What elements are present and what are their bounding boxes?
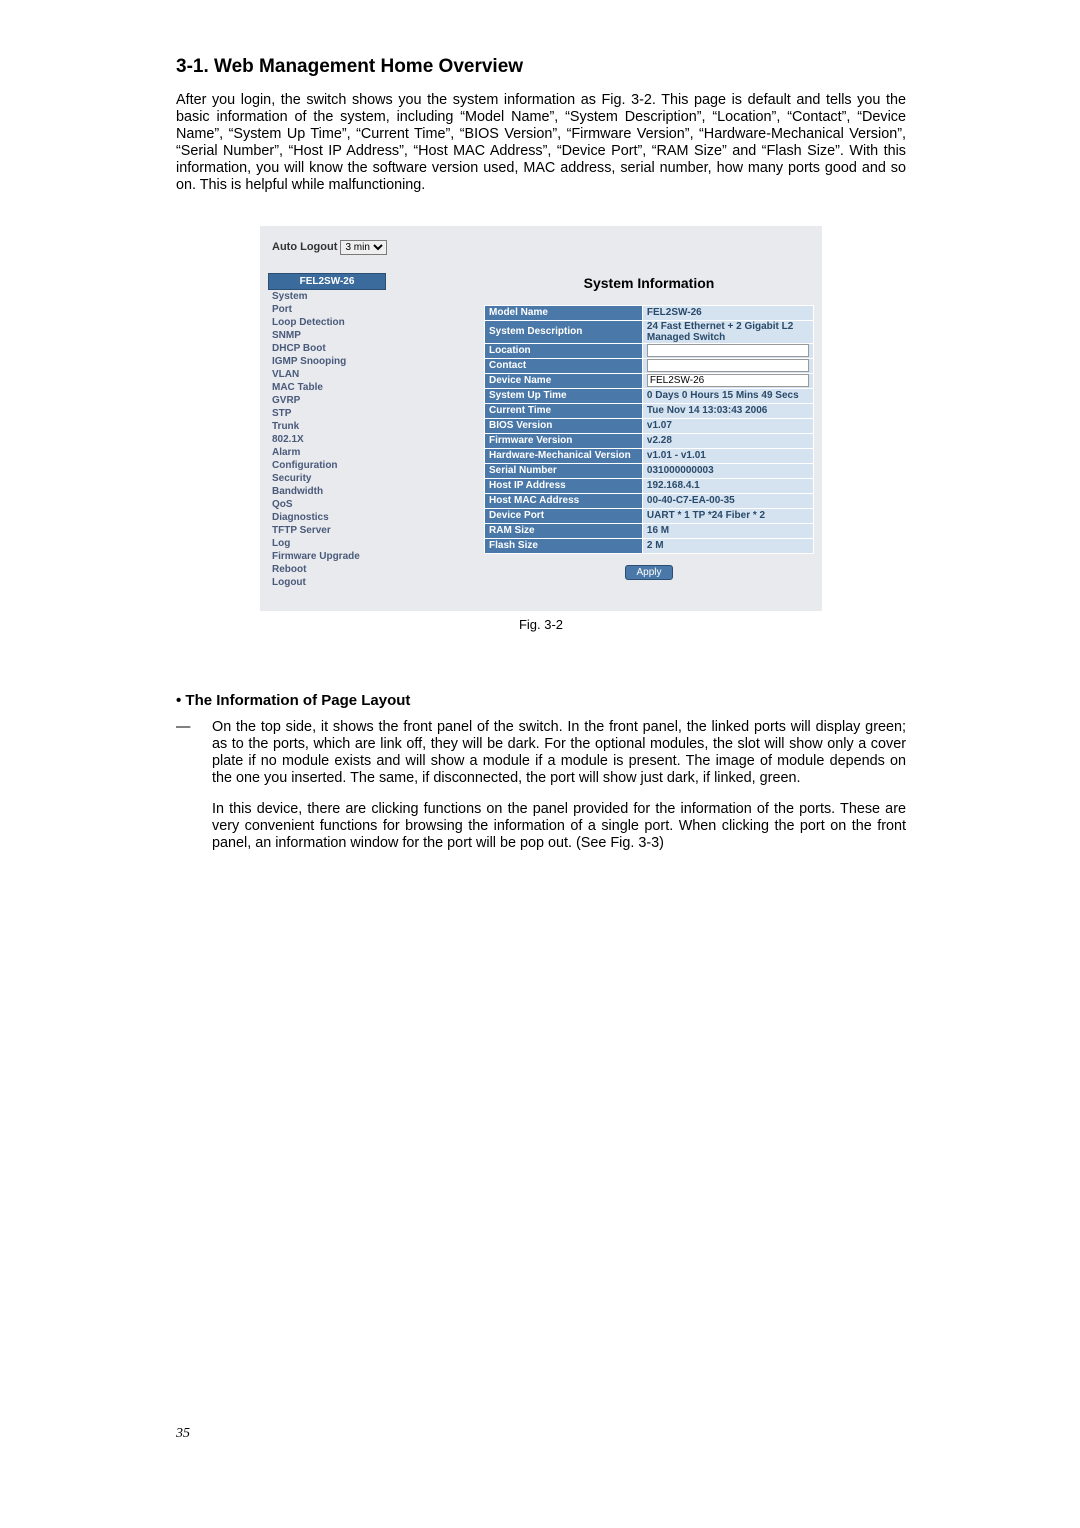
table-row: System Description24 Fast Ethernet + 2 G…: [485, 320, 814, 343]
sidebar-item[interactable]: Reboot: [268, 563, 386, 576]
table-row: Contact: [485, 358, 814, 373]
auto-logout-select[interactable]: 3 min: [340, 240, 387, 255]
row-label: Hardware-Mechanical Version: [485, 448, 643, 463]
apply-button[interactable]: Apply: [625, 565, 672, 580]
sidebar-item[interactable]: VLAN: [268, 368, 386, 381]
row-value: v1.07: [642, 418, 813, 433]
info-input[interactable]: [647, 374, 809, 387]
row-value: 2 M: [642, 538, 813, 553]
auto-logout-row: Auto Logout 3 min: [268, 236, 814, 273]
sidebar-item[interactable]: SNMP: [268, 329, 386, 342]
sidebar-item[interactable]: TFTP Server: [268, 524, 386, 537]
row-label: System Description: [485, 320, 643, 343]
table-row: Host IP Address192.168.4.1: [485, 478, 814, 493]
sidebar-item[interactable]: STP: [268, 407, 386, 420]
sidebar-item[interactable]: Configuration: [268, 459, 386, 472]
sidebar-item[interactable]: Bandwidth: [268, 485, 386, 498]
table-row: Flash Size2 M: [485, 538, 814, 553]
row-value: 0 Days 0 Hours 15 Mins 49 Secs: [642, 388, 813, 403]
table-row: RAM Size16 M: [485, 523, 814, 538]
table-row: Model NameFEL2SW-26: [485, 305, 814, 320]
sidebar-item[interactable]: Port: [268, 303, 386, 316]
para-2: In this device, there are clicking funct…: [176, 801, 906, 852]
row-label: BIOS Version: [485, 418, 643, 433]
auto-logout-label: Auto Logout: [272, 241, 337, 253]
row-value: [642, 373, 813, 388]
row-label: Host IP Address: [485, 478, 643, 493]
table-row: Serial Number031000000003: [485, 463, 814, 478]
table-row: Current TimeTue Nov 14 13:03:43 2006: [485, 403, 814, 418]
row-label: Flash Size: [485, 538, 643, 553]
sidebar-item[interactable]: DHCP Boot: [268, 342, 386, 355]
sidebar-item[interactable]: Security: [268, 472, 386, 485]
sidebar-item[interactable]: Loop Detection: [268, 316, 386, 329]
row-label: Contact: [485, 358, 643, 373]
sidebar-item[interactable]: Log: [268, 537, 386, 550]
row-value: 24 Fast Ethernet + 2 Gigabit L2 Managed …: [642, 320, 813, 343]
figure-caption: Fig. 3-2: [176, 617, 906, 632]
sidebar-item[interactable]: MAC Table: [268, 381, 386, 394]
row-value: UART * 1 TP *24 Fiber * 2: [642, 508, 813, 523]
table-row: Host MAC Address00-40-C7-EA-00-35: [485, 493, 814, 508]
info-input[interactable]: [647, 344, 809, 357]
row-value: 031000000003: [642, 463, 813, 478]
table-row: Location: [485, 343, 814, 358]
row-label: Location: [485, 343, 643, 358]
panel-title: System Information: [484, 273, 814, 305]
row-value: 00-40-C7-EA-00-35: [642, 493, 813, 508]
row-value: 16 M: [642, 523, 813, 538]
table-row: Device PortUART * 1 TP *24 Fiber * 2: [485, 508, 814, 523]
row-value: 192.168.4.1: [642, 478, 813, 493]
sidebar-item[interactable]: 802.1X: [268, 433, 386, 446]
sidebar-item[interactable]: Trunk: [268, 420, 386, 433]
intro-paragraph: After you login, the switch shows you th…: [176, 92, 906, 194]
row-value: FEL2SW-26: [642, 305, 813, 320]
table-row: BIOS Versionv1.07: [485, 418, 814, 433]
row-label: Device Port: [485, 508, 643, 523]
sidebar-item[interactable]: Alarm: [268, 446, 386, 459]
list-item: — On the top side, it shows the front pa…: [176, 719, 906, 787]
table-row: Device Name: [485, 373, 814, 388]
screenshot-panel: Auto Logout 3 min FEL2SW-26 SystemPortLo…: [260, 226, 822, 611]
row-value: Tue Nov 14 13:03:43 2006: [642, 403, 813, 418]
table-row: Hardware-Mechanical Versionv1.01 - v1.01: [485, 448, 814, 463]
row-value: [642, 343, 813, 358]
bullet-icon: •: [176, 692, 185, 709]
sidebar-header: FEL2SW-26: [268, 273, 386, 290]
page-number: 35: [176, 1426, 190, 1442]
row-value: v1.01 - v1.01: [642, 448, 813, 463]
row-label: Model Name: [485, 305, 643, 320]
sidebar-item[interactable]: QoS: [268, 498, 386, 511]
table-row: System Up Time0 Days 0 Hours 15 Mins 49 …: [485, 388, 814, 403]
sidebar: FEL2SW-26 SystemPortLoop DetectionSNMPDH…: [268, 273, 386, 589]
row-label: Firmware Version: [485, 433, 643, 448]
sub-heading: • The Information of Page Layout: [176, 692, 410, 709]
sidebar-item[interactable]: GVRP: [268, 394, 386, 407]
table-row: Firmware Versionv2.28: [485, 433, 814, 448]
row-label: Host MAC Address: [485, 493, 643, 508]
sidebar-item[interactable]: IGMP Snooping: [268, 355, 386, 368]
info-input[interactable]: [647, 359, 809, 372]
row-label: Serial Number: [485, 463, 643, 478]
section-heading: 3-1. Web Management Home Overview: [176, 56, 906, 78]
row-label: RAM Size: [485, 523, 643, 538]
sidebar-item[interactable]: Diagnostics: [268, 511, 386, 524]
row-value: [642, 358, 813, 373]
row-label: System Up Time: [485, 388, 643, 403]
main-panel: System Information Model NameFEL2SW-26Sy…: [484, 273, 814, 580]
para-1: On the top side, it shows the front pane…: [212, 719, 906, 786]
sidebar-item[interactable]: Firmware Upgrade: [268, 550, 386, 563]
row-value: v2.28: [642, 433, 813, 448]
row-label: Current Time: [485, 403, 643, 418]
dash-icon: —: [176, 719, 190, 736]
sidebar-item[interactable]: System: [268, 290, 386, 303]
system-info-table: Model NameFEL2SW-26System Description24 …: [484, 305, 814, 554]
row-label: Device Name: [485, 373, 643, 388]
sidebar-item[interactable]: Logout: [268, 576, 386, 589]
